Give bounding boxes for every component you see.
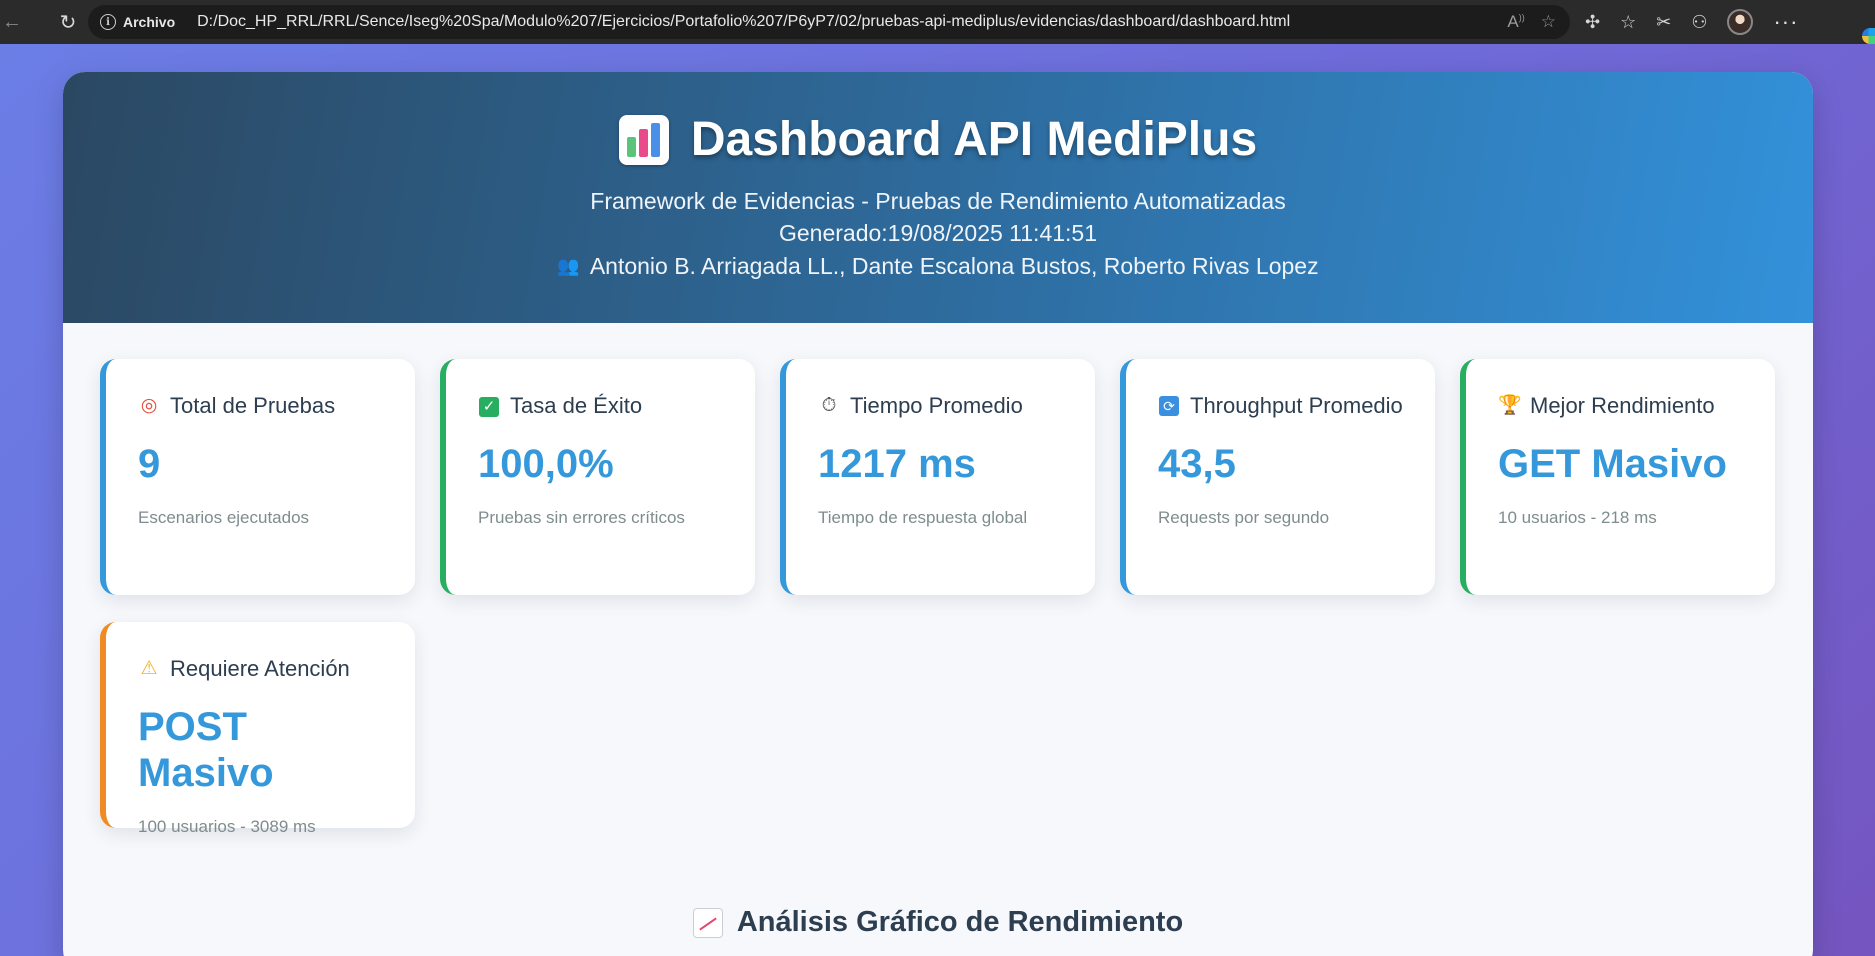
card-description: Tiempo de respuesta global — [818, 508, 1028, 527]
dashboard-header: Dashboard API MediPlus Framework de Evid… — [63, 72, 1813, 323]
authors-line: 👥 Antonio B. Arriagada LL., Dante Escalo… — [63, 249, 1813, 283]
metric-card-total-tests: ◎ Total de Pruebas 9 Escenarios ejecutado… — [100, 359, 415, 595]
card-description: Requests por segundo — [1158, 508, 1330, 527]
card-title: Throughput Promedio — [1190, 393, 1403, 418]
card-description: 10 usuarios - 218 ms — [1498, 508, 1657, 527]
metric-card-best-performance: 🏆 Mejor Rendimiento GET Masivo 10 usuario… — [1460, 359, 1775, 595]
stopwatch-icon: ⏱ — [821, 395, 837, 416]
more-options-icon[interactable]: ··· — [1773, 9, 1798, 35]
address-scheme-label: Archivo — [123, 14, 176, 30]
metric-card-throughput: ⟳ Throughput Promedio 43,5 Requests por s… — [1120, 359, 1435, 595]
address-url[interactable]: D:/Doc_HP_RRL/RRL/Sence/Iseg%20Spa/Modul… — [197, 13, 1290, 31]
line-chart-icon — [692, 907, 723, 938]
generated-timestamp: Generado:19/08/2025 11:41:51 — [778, 220, 1097, 246]
card-description: Pruebas sin errores críticos — [478, 508, 685, 527]
profile-avatar[interactable] — [1727, 9, 1754, 35]
refresh-icon: ⟳ — [1159, 396, 1179, 416]
page-subtitle: Framework de Evidencias - Pruebas de Ren… — [590, 188, 1286, 214]
address-actions: A)) ☆ — [1507, 5, 1556, 39]
card-title: Tasa de Éxito — [510, 393, 643, 418]
card-value: 43,5 — [1158, 442, 1236, 486]
target-icon: ◎ — [140, 395, 158, 416]
card-description: 100 usuarios - 3089 ms — [138, 817, 316, 836]
dashboard-container: Dashboard API MediPlus Framework de Evid… — [63, 72, 1813, 956]
screenshot-icon[interactable]: ✂ — [1656, 12, 1671, 33]
check-icon: ✓ — [479, 397, 499, 417]
section-title-text: Análisis Gráfico de Rendimiento — [736, 906, 1184, 938]
read-aloud-icon[interactable]: A)) — [1507, 12, 1524, 32]
browser-toolbar: ← ↻ i Archivo D:/Doc_HP_RRL/RRL/Sence/Is… — [0, 0, 1875, 44]
extensions-icon[interactable]: ✣ — [1585, 12, 1600, 33]
card-title: Total de Pruebas — [170, 393, 336, 418]
metric-card-success-rate: ✓ Tasa de Éxito 100,0% Pruebas sin errore… — [440, 359, 755, 595]
card-value: 9 — [138, 442, 161, 486]
people-icon: 👥 — [557, 256, 580, 276]
card-value: POST Masivo — [138, 705, 274, 795]
metric-card-needs-attention: ⚠ Requiere Atención POST Masivo 100 usuar… — [100, 622, 415, 836]
back-arrow-icon[interactable]: ← — [0, 8, 24, 36]
card-value: 100,0% — [478, 442, 614, 486]
authors-text: Antonio B. Arriagada LL., Dante Escalona… — [589, 253, 1319, 279]
warning-icon: ⚠ — [140, 658, 158, 679]
browser-toolbar-icons: ✣ ☆ ✂ ⚇ ··· — [1585, 0, 1798, 44]
card-value: GET Masivo — [1498, 442, 1727, 486]
info-icon[interactable]: i — [100, 14, 116, 30]
copilot-icon[interactable] — [1862, 28, 1875, 44]
trophy-icon: 🏆 — [1498, 395, 1522, 416]
bar-chart-icon — [618, 114, 669, 165]
card-description: Escenarios ejecutados — [138, 508, 310, 527]
page-title-text: Dashboard API MediPlus — [690, 113, 1258, 166]
metric-card-average-time: ⏱ Tiempo Promedio 1217 ms Tiempo de respu… — [780, 359, 1095, 595]
card-title: Requiere Atención — [170, 656, 350, 681]
address-bar[interactable]: i Archivo D:/Doc_HP_RRL/RRL/Sence/Iseg%2… — [88, 5, 1570, 39]
collections-icon[interactable]: ⚇ — [1691, 12, 1707, 33]
section-title: Análisis Gráfico de Rendimiento — [63, 906, 1813, 939]
card-title: Tiempo Promedio — [850, 393, 1023, 418]
reload-icon[interactable]: ↻ — [54, 8, 82, 36]
card-title: Mejor Rendimiento — [1530, 393, 1715, 418]
card-value: 1217 ms — [818, 442, 976, 486]
favorite-star-icon[interactable]: ☆ — [1541, 12, 1556, 32]
favorites-icon[interactable]: ☆ — [1620, 12, 1636, 33]
page-title: Dashboard API MediPlus — [63, 112, 1813, 167]
